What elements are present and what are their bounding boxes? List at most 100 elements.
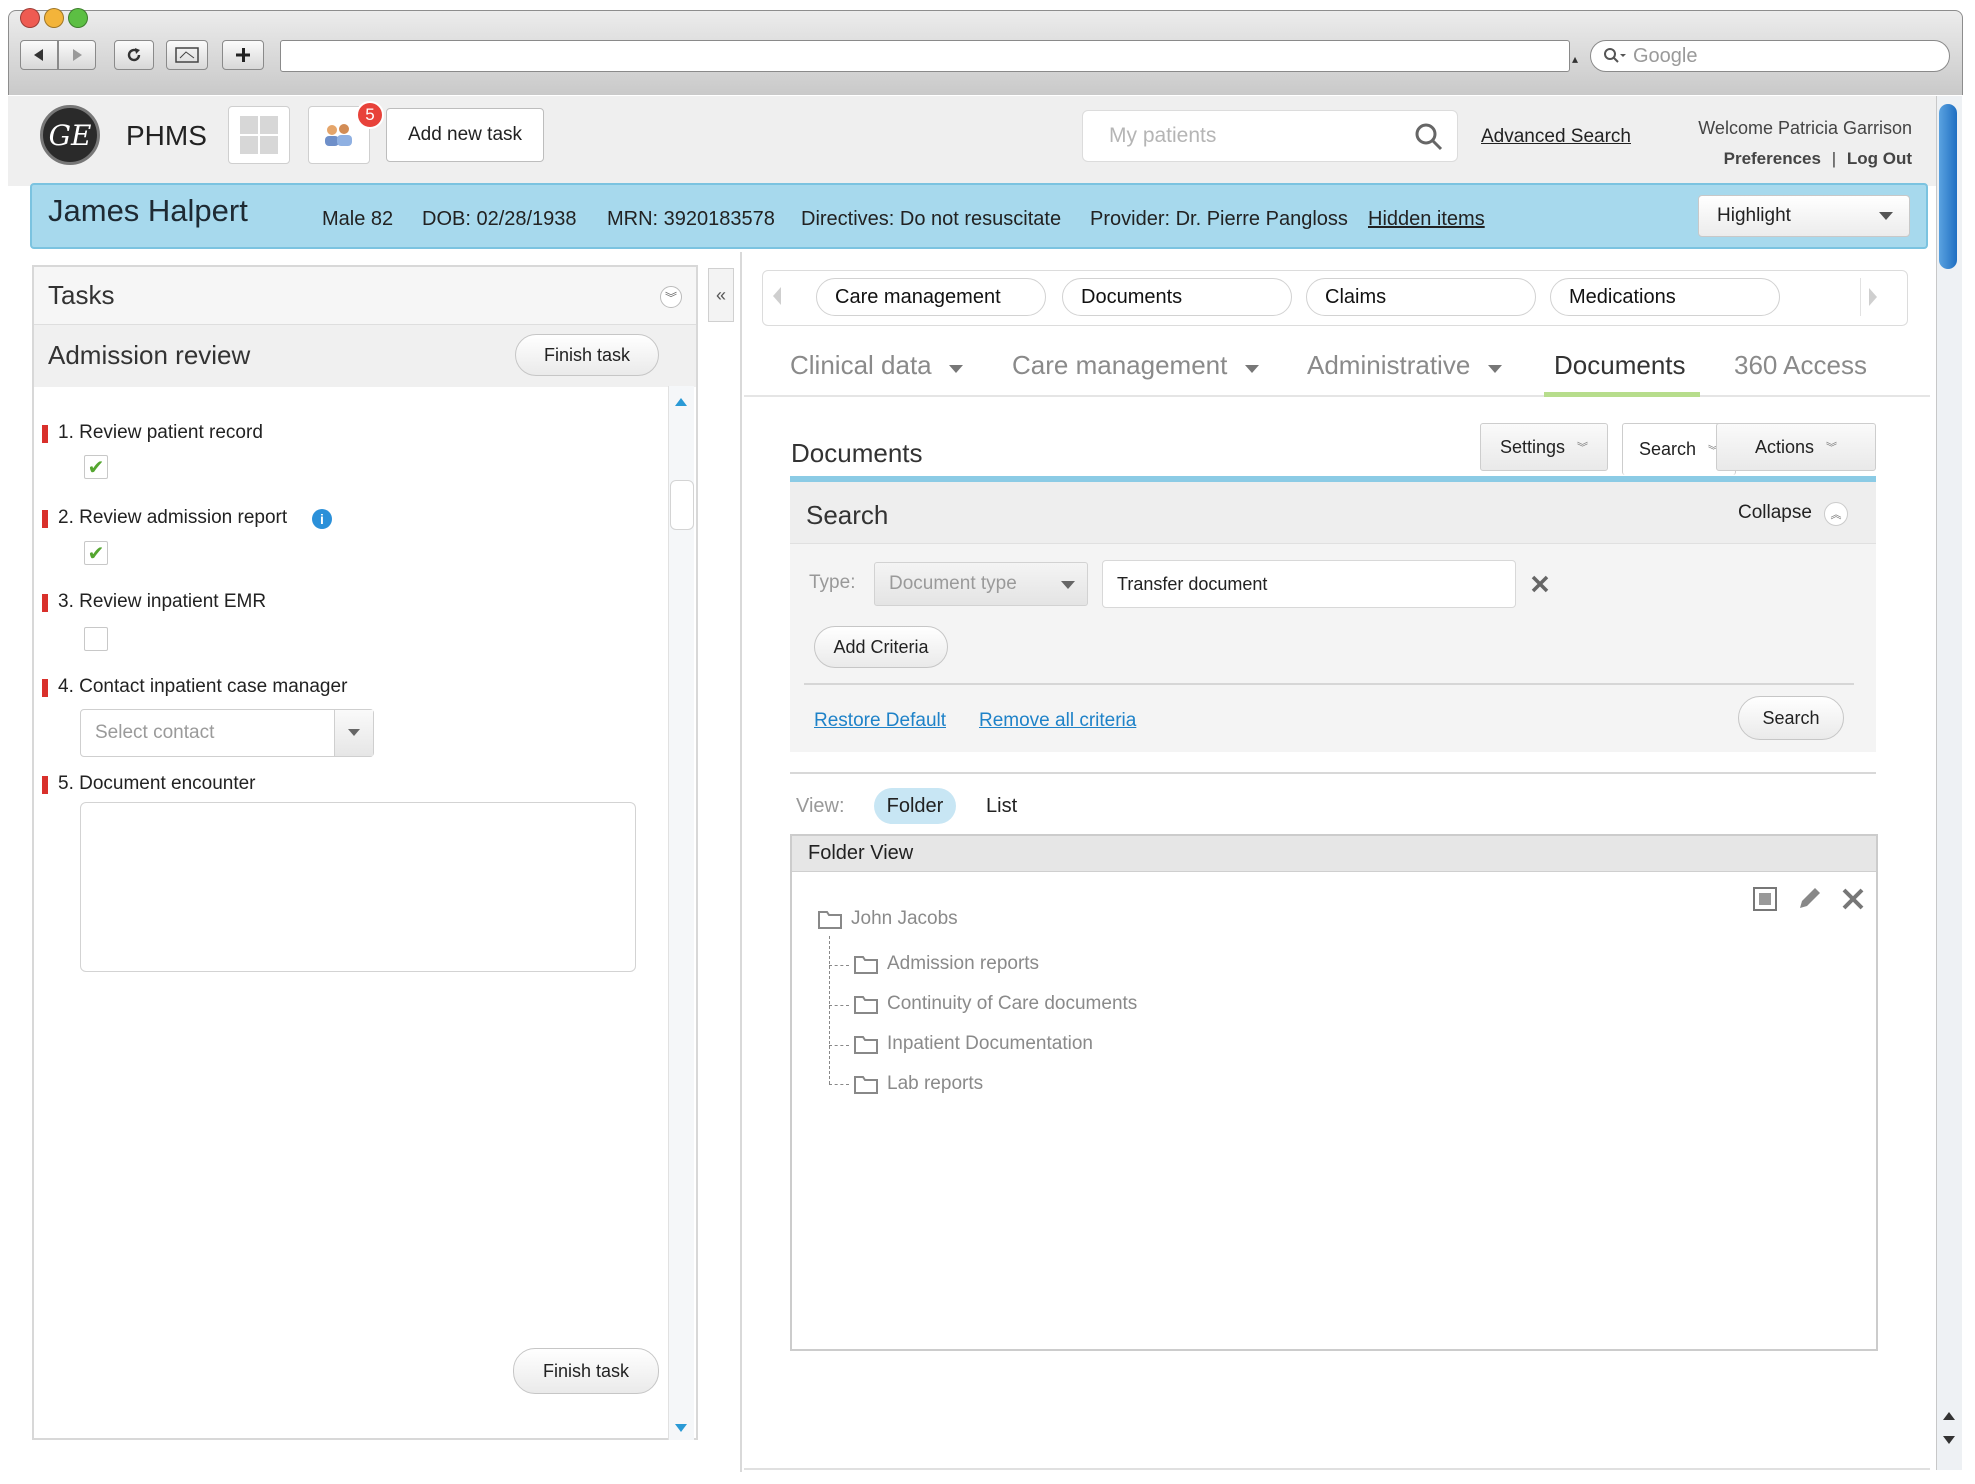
collapse-panel-button[interactable]: « xyxy=(708,268,734,322)
reload-icon[interactable] xyxy=(114,40,154,70)
active-tab-indicator xyxy=(1544,392,1700,397)
remove-all-criteria-link[interactable]: Remove all criteria xyxy=(979,710,1136,732)
chevron-down-icon xyxy=(1061,581,1075,589)
logout-link[interactable]: Log Out xyxy=(1847,149,1912,168)
restore-default-link[interactable]: Restore Default xyxy=(814,710,946,732)
contact-select[interactable]: Select contact xyxy=(80,709,374,757)
tab-clinical-data[interactable]: Clinical data xyxy=(790,350,963,381)
type-label: Type: xyxy=(809,572,856,593)
bottom-border xyxy=(744,1468,1930,1470)
scroll-down-arrow-icon[interactable] xyxy=(674,1420,688,1438)
tasks-title: Tasks xyxy=(48,280,115,310)
collapse-up-icon[interactable]: ︽ xyxy=(1824,502,1848,526)
tree-folder-admission[interactable]: Admission reports xyxy=(853,953,1039,975)
search-icon[interactable] xyxy=(1414,122,1444,157)
subtab-claims[interactable]: Claims xyxy=(1306,278,1536,316)
required-marker xyxy=(42,679,48,697)
browser-search-field[interactable]: Google xyxy=(1590,40,1950,72)
tree-connector xyxy=(829,965,849,966)
hidden-items-link[interactable]: Hidden items xyxy=(1368,208,1485,231)
screenshot-icon[interactable] xyxy=(166,40,208,70)
folder-icon xyxy=(854,996,878,1014)
chevron-down-icon xyxy=(1487,365,1502,373)
tasks-scrollbar[interactable] xyxy=(668,386,694,1440)
search-panel-title: Search xyxy=(806,500,889,530)
plus-icon[interactable] xyxy=(222,40,264,70)
forward-arrow-icon[interactable] xyxy=(58,40,96,70)
chevron-right-icon[interactable] xyxy=(1860,278,1884,316)
tree-root[interactable]: John Jacobs xyxy=(817,908,958,930)
tasks-scroll-thumb[interactable] xyxy=(670,480,694,530)
tab-care-management[interactable]: Care management xyxy=(1012,350,1259,381)
finish-task-button-bottom[interactable]: Finish task xyxy=(513,1348,659,1394)
minimize-window-button[interactable] xyxy=(44,8,64,28)
folder-icon xyxy=(854,1076,878,1094)
finish-task-button-top[interactable]: Finish task xyxy=(515,334,659,376)
patient-directives: Directives: Do not resuscitate xyxy=(801,208,1062,230)
documents-title: Documents xyxy=(791,438,923,468)
preferences-link[interactable]: Preferences xyxy=(1724,149,1821,168)
subtab-care-management[interactable]: Care management xyxy=(816,278,1046,316)
task-1-checkbox[interactable]: ✔ xyxy=(84,455,108,479)
view-folder-toggle[interactable]: Folder xyxy=(874,788,956,824)
nav-baseline xyxy=(744,395,1930,397)
view-list-toggle[interactable]: List xyxy=(986,795,1017,818)
tab-documents[interactable]: Documents xyxy=(1554,350,1686,381)
chevron-down-icon xyxy=(334,710,373,756)
close-icon[interactable] xyxy=(1530,574,1550,599)
back-arrow-icon[interactable] xyxy=(20,40,58,70)
tab-360-access[interactable]: 360 Access xyxy=(1734,350,1867,381)
tasks-expand-icon[interactable]: ︾ xyxy=(660,286,682,308)
page-scrollbar[interactable] xyxy=(1936,96,1962,1470)
subtab-documents[interactable]: Documents xyxy=(1062,278,1292,316)
search-submit-button[interactable]: Search xyxy=(1738,696,1844,740)
chevron-down-icon: ︾ xyxy=(1826,442,1838,454)
close-window-button[interactable] xyxy=(20,8,40,28)
info-icon[interactable]: i xyxy=(312,509,332,529)
search-toggle-label: Search xyxy=(1638,439,1697,459)
tasks-header xyxy=(34,267,696,325)
scroll-down-arrow-icon[interactable] xyxy=(1942,1432,1956,1450)
pencil-icon[interactable] xyxy=(1796,886,1822,917)
search-panel-header xyxy=(790,482,1876,544)
tree-folder-label: Lab reports xyxy=(887,1073,984,1094)
close-icon[interactable] xyxy=(1840,886,1866,917)
settings-button[interactable]: Settings ︾ xyxy=(1480,423,1608,471)
tree-connector xyxy=(829,1005,849,1006)
patient-dob: DOB: 02/28/1938 xyxy=(422,208,577,230)
dashboard-grid-button[interactable] xyxy=(228,106,290,164)
collapse-link[interactable]: Collapse xyxy=(1738,502,1812,524)
user-links: Preferences | Log Out xyxy=(1640,149,1912,169)
grid-icon xyxy=(240,116,278,154)
scroll-up-arrow-icon[interactable] xyxy=(674,394,688,412)
add-task-button[interactable]: Add new task xyxy=(386,108,544,162)
folder-view-header: Folder View xyxy=(792,836,1876,872)
document-type-value-field[interactable]: Transfer document xyxy=(1102,560,1516,608)
select-all-icon[interactable] xyxy=(1752,886,1778,917)
patient-search-input[interactable]: My patients xyxy=(1082,110,1458,162)
encounter-textarea[interactable] xyxy=(80,802,636,972)
patient-provider: Provider: Dr. Pierre Pangloss xyxy=(1090,208,1348,230)
tree-folder-continuity[interactable]: Continuity of Care documents xyxy=(853,993,1137,1015)
tab-administrative-label: Administrative xyxy=(1307,350,1471,380)
tree-folder-inpatient[interactable]: Inpatient Documentation xyxy=(853,1033,1093,1055)
url-bar[interactable] xyxy=(280,40,1570,72)
advanced-search-link[interactable]: Advanced Search xyxy=(1481,126,1631,148)
tree-folder-lab[interactable]: Lab reports xyxy=(853,1073,983,1095)
ge-logo: GE xyxy=(40,105,100,165)
page-scroll-thumb[interactable] xyxy=(1939,104,1957,269)
task-3-checkbox[interactable] xyxy=(84,627,108,651)
zoom-window-button[interactable] xyxy=(68,8,88,28)
tab-administrative[interactable]: Administrative xyxy=(1307,350,1502,381)
actions-button[interactable]: Actions ︾ xyxy=(1716,423,1876,471)
task-2-checkbox[interactable]: ✔ xyxy=(84,541,108,565)
url-dropdown-icon[interactable]: ▴ xyxy=(1572,52,1578,66)
tree-root-label: John Jacobs xyxy=(851,908,958,929)
app-header xyxy=(8,96,1936,186)
subtab-medications[interactable]: Medications xyxy=(1550,278,1780,316)
add-criteria-button[interactable]: Add Criteria xyxy=(814,626,948,668)
highlight-dropdown[interactable]: Highlight xyxy=(1698,195,1910,237)
scroll-up-arrow-icon[interactable] xyxy=(1942,1408,1956,1426)
chevron-left-icon[interactable] xyxy=(772,286,782,311)
document-type-select[interactable]: Document type xyxy=(874,562,1088,606)
